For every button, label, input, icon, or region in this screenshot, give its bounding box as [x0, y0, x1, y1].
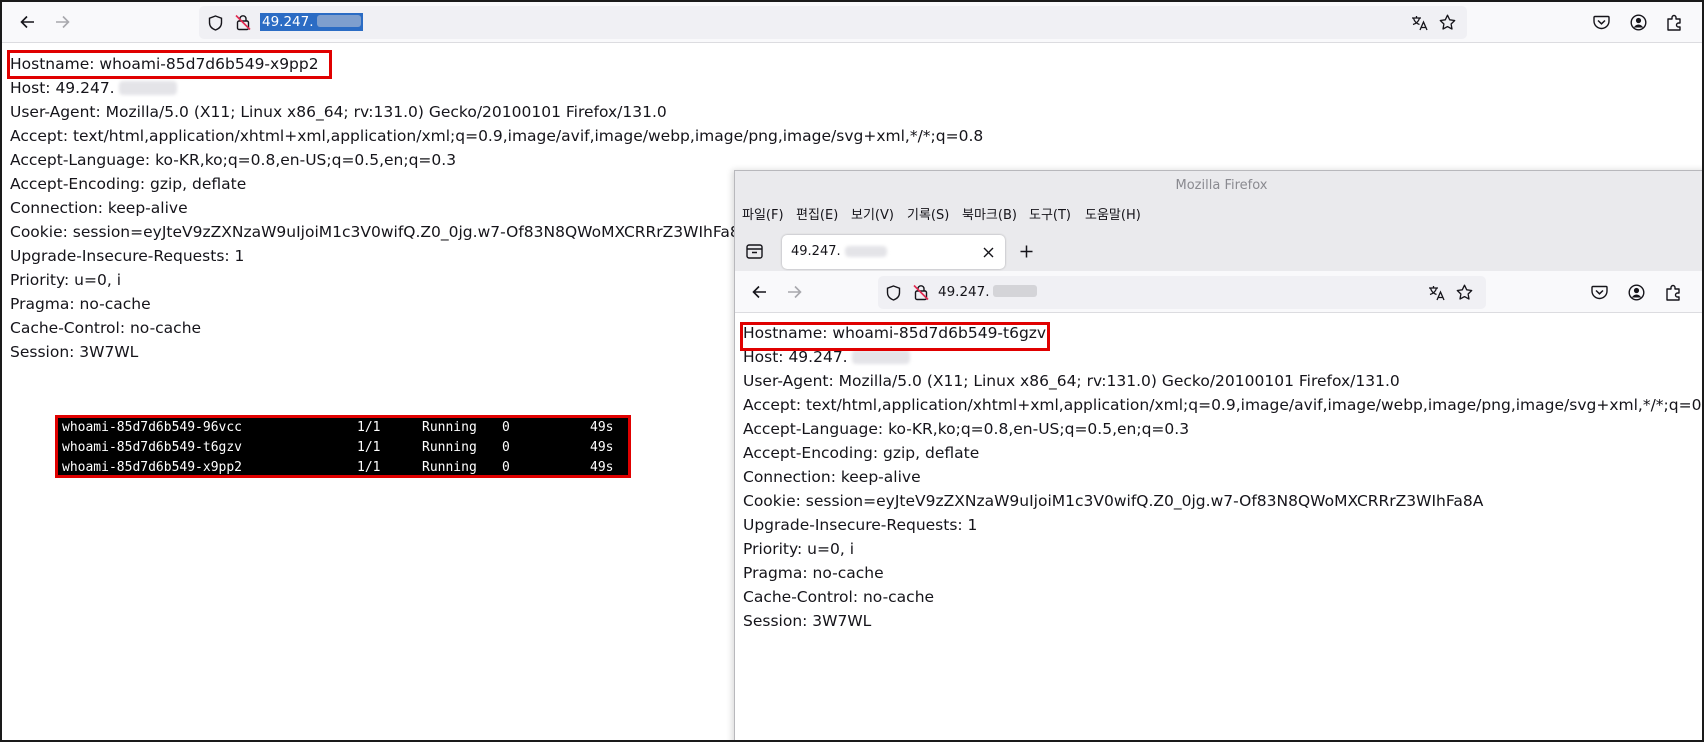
shield-icon[interactable]: [208, 15, 223, 31]
menu-edit[interactable]: 편집(E): [796, 201, 838, 231]
star-icon[interactable]: [1456, 284, 1473, 301]
translate-icon[interactable]: [1411, 15, 1428, 31]
menu-help[interactable]: 도움말(H): [1085, 201, 1141, 231]
forward-button[interactable]: [52, 11, 74, 33]
shield-icon[interactable]: [886, 285, 901, 301]
host-line: Host: 49.247.: [10, 76, 983, 100]
menu-file[interactable]: 파일(F): [742, 201, 784, 231]
pocket-icon[interactable]: [1591, 284, 1608, 300]
back-button[interactable]: [748, 281, 770, 303]
account-icon[interactable]: [1628, 284, 1645, 301]
back-button[interactable]: [16, 11, 38, 33]
menu-view[interactable]: 보기(V): [851, 201, 894, 231]
host-line: Host: 49.247.: [743, 345, 1702, 369]
header-line: Pragma: no-cache: [743, 564, 884, 582]
pod-row: whoami-85d7d6b549-x9pp2 1/1 Running 0 49s: [62, 460, 614, 475]
header-line: Cookie: session=eyJteV9zZXNzaW9uIjoiM1c3…: [743, 492, 1484, 510]
back-arrow-icon: [20, 15, 34, 29]
tab-active[interactable]: 49.247.: [782, 235, 1005, 269]
url-text[interactable]: 49.247.: [938, 284, 1037, 300]
header-line: User-Agent: Mozilla/5.0 (X11; Linux x86_…: [10, 103, 667, 121]
translate-icon[interactable]: [1428, 285, 1445, 301]
header-line: Accept: text/html,application/xhtml+xml,…: [743, 396, 1704, 414]
pocket-icon[interactable]: [1593, 14, 1610, 30]
header-line: User-Agent: Mozilla/5.0 (X11; Linux x86_…: [743, 372, 1400, 390]
terminal-pod-list: whoami-85d7d6b549-96vcc 1/1 Running 0 49s wh…: [55, 415, 631, 478]
star-icon[interactable]: [1439, 14, 1456, 31]
menu-history[interactable]: 기록(S): [907, 201, 949, 231]
header-line: Accept-Encoding: gzip, deflate: [743, 444, 980, 462]
forward-arrow-icon: [56, 15, 70, 29]
url-text[interactable]: 49.247.: [260, 13, 363, 31]
header-line: Accept-Language: ko-KR,ko;q=0.8,en-US;q=…: [743, 420, 1190, 438]
firefox-navigation-bar: 49.247.: [735, 271, 1702, 313]
extensions-icon[interactable]: [1666, 13, 1683, 31]
tab-overview-icon[interactable]: [746, 244, 763, 259]
pod-row: whoami-85d7d6b549-96vcc 1/1 Running 0 49s: [62, 420, 614, 435]
header-line: Priority: u=0, i: [743, 540, 855, 558]
firefox-page-content: Hostname: whoami-85d7d6b549-t6gzv Host: …: [743, 321, 1704, 633]
window-title: Mozilla Firefox: [735, 171, 1702, 201]
menu-tools[interactable]: 도구(T): [1029, 201, 1071, 231]
insecure-lock-icon[interactable]: [913, 284, 929, 301]
main-navigation-bar: 49.247.: [2, 2, 1702, 43]
extensions-icon[interactable]: [1665, 283, 1682, 301]
menu-bar: 파일(F) 편집(E) 보기(V) 기록(S) 북마크(B) 도구(T) 도움말…: [735, 201, 1702, 231]
insecure-lock-icon[interactable]: [235, 14, 251, 31]
tab-bar: 49.247.: [735, 231, 1702, 271]
header-line: Connection: keep-alive: [743, 468, 921, 486]
url-bar[interactable]: 49.247.: [878, 276, 1486, 309]
url-bar[interactable]: 49.247.: [199, 6, 1467, 39]
header-line: Session: 3W7WL: [743, 612, 872, 630]
tab-title: 49.247.: [791, 244, 887, 259]
header-line: Accept: text/html,application/xhtml+xml,…: [10, 127, 984, 145]
forward-arrow-icon: [788, 285, 802, 299]
header-line: Cache-Control: no-cache: [743, 588, 935, 606]
menu-bookmarks[interactable]: 북마크(B): [962, 201, 1017, 231]
header-line: Accept-Language: ko-KR,ko;q=0.8,en-US;q=…: [10, 151, 457, 169]
screenshot-frame: 49.247. Hostname: whoami-85d7d6b549-x9pp…: [0, 0, 1704, 742]
plus-icon[interactable]: [1020, 245, 1033, 258]
pod-row: whoami-85d7d6b549-t6gzv 1/1 Running 0 49s: [62, 440, 614, 455]
forward-button[interactable]: [784, 281, 806, 303]
back-arrow-icon: [752, 285, 766, 299]
hostname-line: Hostname: whoami-85d7d6b549-x9pp2: [10, 55, 319, 73]
redacted-ip: [118, 81, 177, 95]
firefox-window: Mozilla Firefox 파일(F) 편집(E) 보기(V) 기록(S) …: [734, 170, 1704, 740]
close-icon[interactable]: [983, 247, 994, 258]
hostname-line: Hostname: whoami-85d7d6b549-t6gzv: [743, 324, 1047, 342]
account-icon[interactable]: [1630, 14, 1647, 31]
header-line: Upgrade-Insecure-Requests: 1: [743, 516, 978, 534]
redacted-ip: [851, 350, 910, 364]
